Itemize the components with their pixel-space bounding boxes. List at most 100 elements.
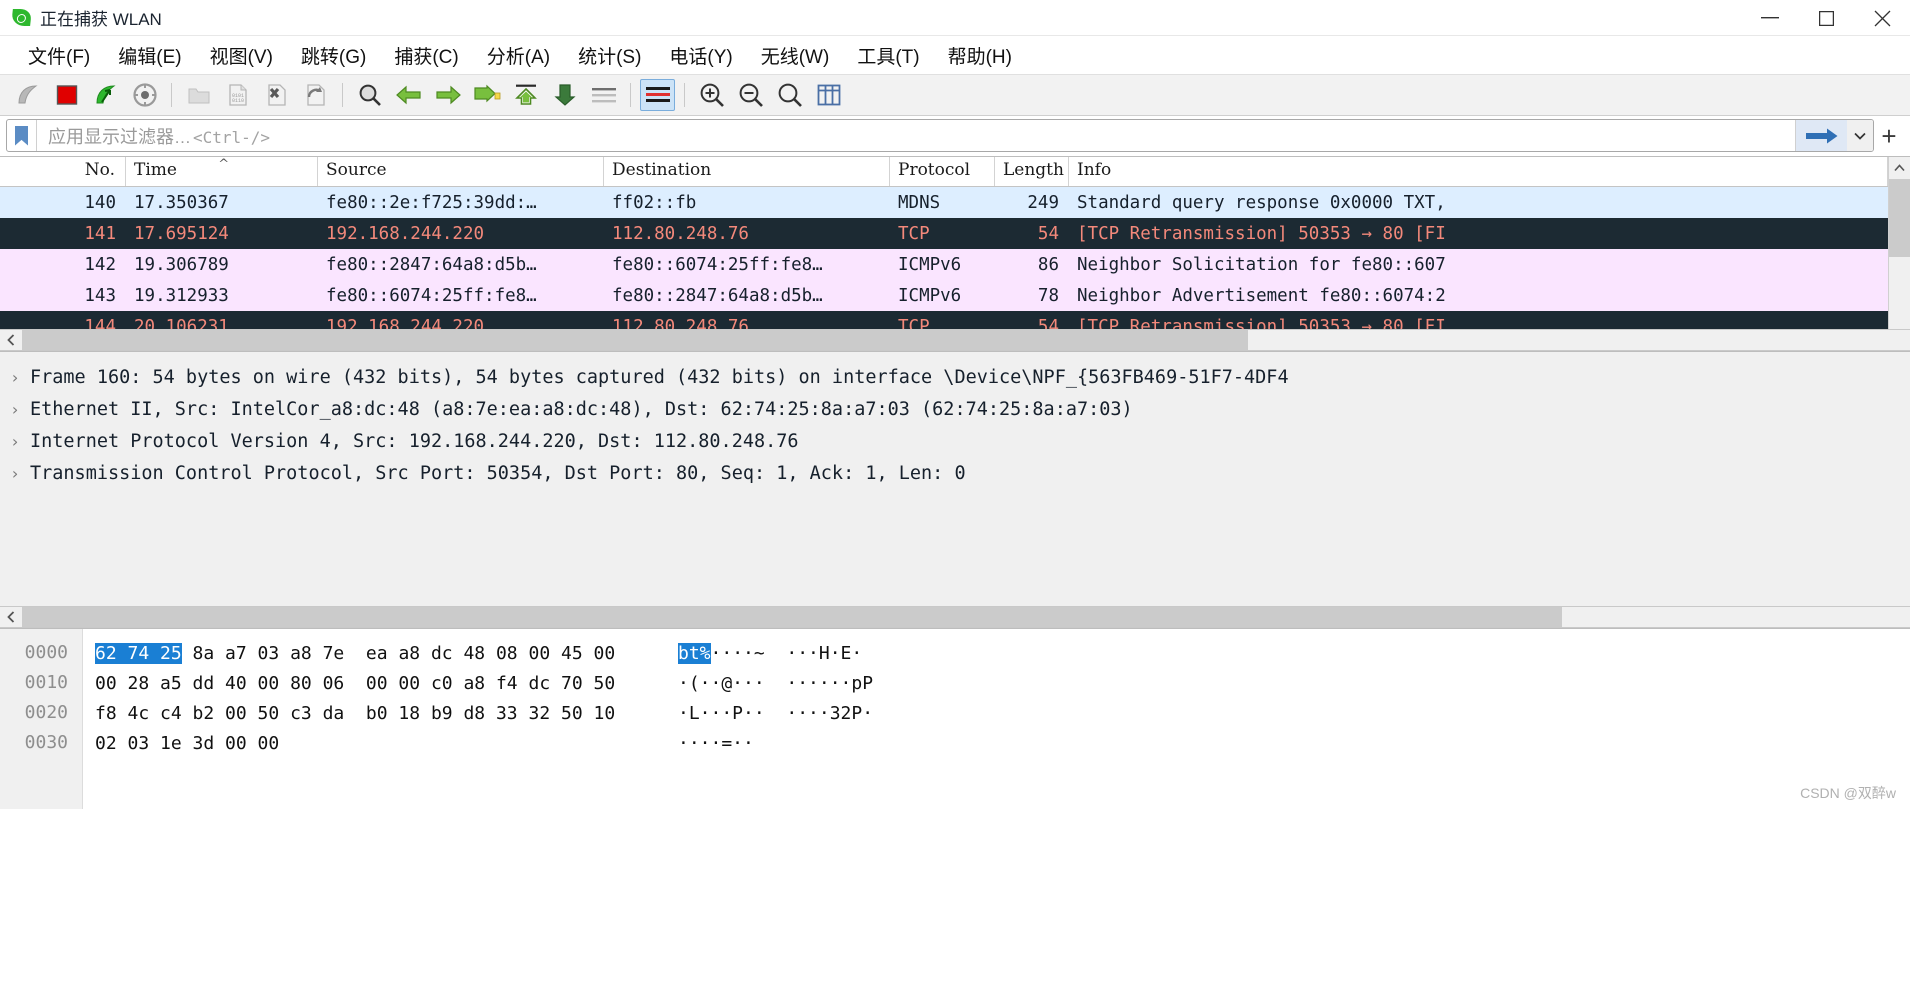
- zoom-out-icon[interactable]: [733, 79, 768, 111]
- colorize-packets-icon[interactable]: [640, 79, 675, 111]
- detail-row-ethernet[interactable]: › Ethernet II, Src: IntelCor_a8:dc:48 (a…: [0, 393, 1910, 425]
- menu-edit[interactable]: 编辑(E): [104, 40, 195, 71]
- start-capture-icon[interactable]: [10, 79, 45, 111]
- hex-bytes[interactable]: 00 28 a5 dd 40 00 80 06 00 00 c0 a8 f4 d…: [83, 673, 678, 694]
- packet-list-horizontal-scrollbar[interactable]: [0, 329, 1910, 351]
- hex-ascii[interactable]: bt%····~ ···H·E·: [678, 642, 863, 664]
- menu-view[interactable]: 视图(V): [196, 40, 287, 71]
- close-file-icon[interactable]: [259, 79, 294, 111]
- column-header-source[interactable]: Source: [318, 157, 604, 186]
- go-to-first-icon[interactable]: [508, 79, 543, 111]
- hex-row[interactable]: 00 28 a5 dd 40 00 80 06 00 00 c0 a8 f4 d…: [83, 668, 1910, 698]
- hex-row[interactable]: f8 4c c4 b2 00 50 c3 da b0 18 b9 d8 33 3…: [83, 698, 1910, 728]
- table-row[interactable]: 140 17.350367 fe80::2e:f725:39dd:… ff02:…: [0, 187, 1888, 218]
- column-header-info[interactable]: Info: [1069, 157, 1888, 186]
- close-button[interactable]: [1854, 0, 1910, 36]
- search-input[interactable]: 应用显示过滤器…<Ctrl-/>: [37, 123, 1795, 149]
- stop-capture-icon[interactable]: [49, 79, 84, 111]
- find-packet-icon[interactable]: [352, 79, 387, 111]
- filter-apply-arrow-icon[interactable]: [1795, 120, 1847, 151]
- menu-statistics[interactable]: 统计(S): [564, 40, 655, 71]
- scrollbar-track[interactable]: [22, 607, 1910, 627]
- menu-go[interactable]: 跳转(G): [287, 40, 380, 71]
- cell-time: 20.106231: [134, 316, 229, 330]
- packet-details-horizontal-scrollbar[interactable]: [0, 606, 1910, 628]
- hex-ascii[interactable]: ·(··@··· ······pP: [678, 673, 873, 694]
- cell-no: 141: [84, 223, 116, 244]
- zoom-reset-icon[interactable]: [772, 79, 807, 111]
- scroll-left-icon[interactable]: [0, 330, 22, 350]
- packet-list-vertical-scrollbar[interactable]: [1888, 157, 1910, 329]
- table-row[interactable]: 142 19.306789 fe80::2847:64a8:d5b… fe80:…: [0, 249, 1888, 280]
- wireshark-shark-fin-icon: [11, 8, 32, 28]
- save-file-icon[interactable]: 0101 0110: [220, 79, 255, 111]
- menu-help[interactable]: 帮助(H): [934, 40, 1026, 71]
- go-to-packet-icon[interactable]: [469, 79, 504, 111]
- hex-rest-ascii: ····~ ···H·E·: [710, 642, 863, 664]
- scroll-left-icon[interactable]: [0, 607, 22, 627]
- hex-selected-ascii[interactable]: bt%: [678, 642, 711, 664]
- chevron-right-icon[interactable]: ›: [0, 400, 30, 419]
- toolbar-separator: [684, 83, 685, 107]
- column-header-no[interactable]: No.: [0, 157, 126, 186]
- scroll-up-icon[interactable]: [1889, 157, 1910, 179]
- menu-capture[interactable]: 捕获(C): [380, 40, 472, 71]
- add-filter-button[interactable]: +: [1874, 123, 1904, 149]
- menu-tools[interactable]: 工具(T): [843, 40, 933, 71]
- go-to-last-icon[interactable]: [547, 79, 582, 111]
- menu-file[interactable]: 文件(F): [14, 40, 104, 71]
- cell-length: 86: [1037, 254, 1059, 275]
- scrollbar-thumb[interactable]: [22, 330, 1248, 350]
- detail-text-ethernet: Ethernet II, Src: IntelCor_a8:dc:48 (a8:…: [30, 398, 1133, 420]
- scrollbar-track[interactable]: [1888, 179, 1910, 329]
- hex-bytes[interactable]: 02 03 1e 3d 00 00: [83, 733, 678, 754]
- cell-time: 17.350367: [134, 192, 229, 213]
- hex-offset: 0000: [24, 642, 68, 663]
- detail-row-tcp[interactable]: › Transmission Control Protocol, Src Por…: [0, 457, 1910, 489]
- hex-content[interactable]: 62 74 25 8a a7 03 a8 7e ea a8 dc 48 08 0…: [83, 629, 1910, 809]
- menu-analyze[interactable]: 分析(A): [473, 40, 564, 71]
- hex-row[interactable]: 02 03 1e 3d 00 00 ····=··: [83, 728, 1910, 758]
- open-file-icon[interactable]: [181, 79, 216, 111]
- restart-capture-icon[interactable]: [88, 79, 123, 111]
- capture-options-icon[interactable]: [127, 79, 162, 111]
- menu-wireless[interactable]: 无线(W): [747, 40, 844, 71]
- cell-length: 78: [1037, 285, 1059, 306]
- go-back-icon[interactable]: [391, 79, 426, 111]
- hex-bytes[interactable]: f8 4c c4 b2 00 50 c3 da b0 18 b9 d8 33 3…: [83, 703, 678, 724]
- filter-bookmark-icon[interactable]: [7, 120, 37, 151]
- column-header-time[interactable]: Time ^: [126, 157, 318, 186]
- column-header-time-label: Time: [134, 160, 177, 180]
- cell-time: 19.312933: [134, 285, 229, 306]
- hex-ascii[interactable]: ·L···P·· ····32P·: [678, 703, 873, 724]
- display-filter-input-container[interactable]: 应用显示过滤器…<Ctrl-/>: [6, 119, 1874, 152]
- maximize-button[interactable]: [1798, 0, 1854, 36]
- go-forward-icon[interactable]: [430, 79, 465, 111]
- table-row[interactable]: 144 20.106231 192.168.244.220 112.80.248…: [0, 311, 1888, 329]
- auto-scroll-icon[interactable]: [586, 79, 621, 111]
- chevron-right-icon[interactable]: ›: [0, 432, 30, 451]
- scrollbar-thumb[interactable]: [22, 607, 1562, 627]
- cell-length: 54: [1037, 223, 1059, 244]
- detail-row-ipv4[interactable]: › Internet Protocol Version 4, Src: 192.…: [0, 425, 1910, 457]
- menu-telephony[interactable]: 电话(Y): [655, 40, 746, 71]
- column-header-length[interactable]: Length: [995, 157, 1069, 186]
- column-header-destination[interactable]: Destination: [604, 157, 890, 186]
- resize-columns-icon[interactable]: [811, 79, 846, 111]
- table-row[interactable]: 141 17.695124 192.168.244.220 112.80.248…: [0, 218, 1888, 249]
- chevron-right-icon[interactable]: ›: [0, 368, 30, 387]
- hex-row[interactable]: 62 74 25 8a a7 03 a8 7e ea a8 dc 48 08 0…: [83, 638, 1910, 668]
- table-row[interactable]: 143 19.312933 fe80::6074:25ff:fe8… fe80:…: [0, 280, 1888, 311]
- chevron-down-icon[interactable]: [1847, 120, 1873, 151]
- hex-ascii[interactable]: ····=··: [678, 733, 754, 754]
- scrollbar-thumb[interactable]: [1888, 179, 1910, 257]
- scrollbar-track[interactable]: [22, 330, 1910, 350]
- column-header-protocol[interactable]: Protocol: [890, 157, 995, 186]
- chevron-right-icon[interactable]: ›: [0, 464, 30, 483]
- zoom-in-icon[interactable]: [694, 79, 729, 111]
- detail-row-frame[interactable]: › Frame 160: 54 bytes on wire (432 bits)…: [0, 361, 1910, 393]
- hex-selected-bytes[interactable]: 62 74 25: [95, 642, 182, 664]
- hex-bytes[interactable]: 62 74 25 8a a7 03 a8 7e ea a8 dc 48 08 0…: [83, 642, 678, 664]
- reload-file-icon[interactable]: [298, 79, 333, 111]
- minimize-button[interactable]: [1742, 0, 1798, 36]
